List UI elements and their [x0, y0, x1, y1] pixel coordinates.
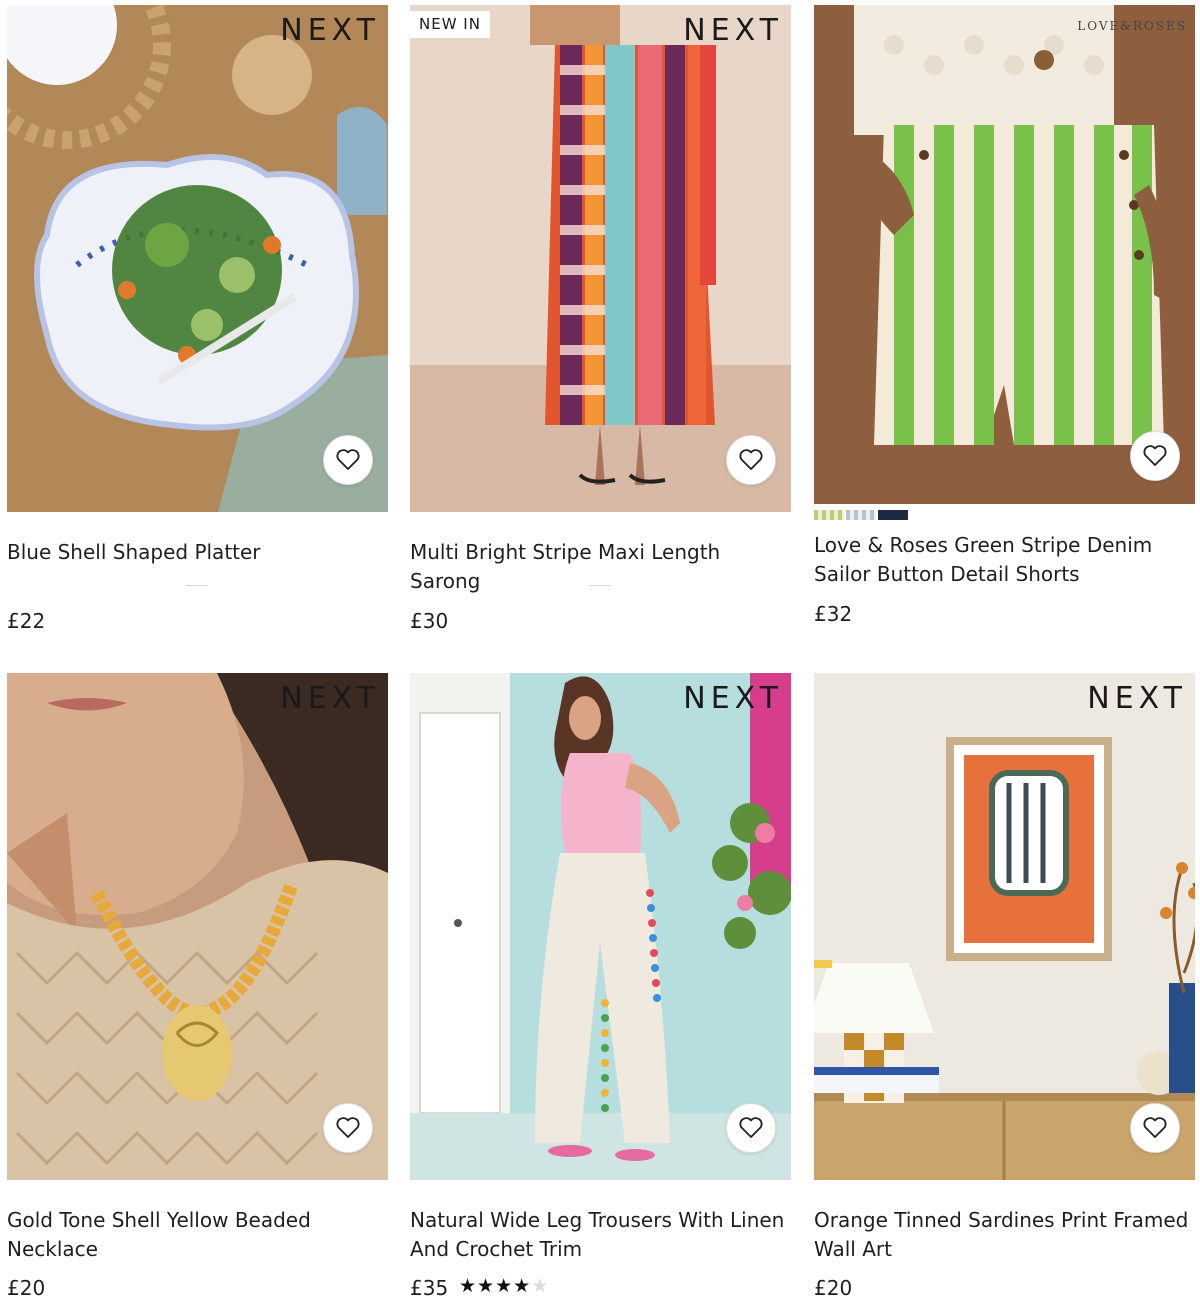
product-title[interactable]: Love & Roses Green Stripe Denim Sailor B… — [814, 531, 1195, 589]
product-price: £30 — [410, 609, 449, 633]
heart-outline-icon — [739, 449, 763, 470]
brand-logo: NEXT — [280, 13, 380, 48]
product-card-shell-necklace[interactable]: NEXT Gold Tone Shell Yellow Beaded Neckl… — [7, 673, 388, 1300]
product-title[interactable]: Orange Tinned Sardines Print Framed Wall… — [814, 1206, 1195, 1264]
favourite-button[interactable] — [323, 1103, 373, 1153]
star-icon: ★ — [477, 1275, 496, 1297]
star-icon: ★ — [495, 1275, 514, 1297]
star-icon: ★ — [459, 1275, 478, 1297]
divider — [186, 585, 208, 586]
product-grid: NEXT Blue Shell Shaped Platter £22 NEW I… — [0, 0, 1200, 1300]
heart-outline-icon — [739, 1117, 763, 1138]
product-price: £20 — [814, 1276, 853, 1300]
product-image[interactable]: NEXT — [7, 673, 388, 1180]
swatch-blue-stripe[interactable] — [846, 510, 876, 520]
star-rating: ★★★★★ — [459, 1275, 549, 1297]
product-card-crochet-trousers[interactable]: NEXT Natural Wide Leg Trousers With Line… — [410, 673, 791, 1300]
product-image[interactable]: LOVE&ROSES — [814, 5, 1195, 504]
brand-logo: NEXT — [1087, 681, 1187, 716]
product-title[interactable]: Gold Tone Shell Yellow Beaded Necklace — [7, 1206, 388, 1264]
heart-outline-icon — [336, 449, 360, 470]
colour-swatches — [814, 510, 908, 520]
divider — [589, 585, 611, 586]
favourite-button[interactable] — [726, 1103, 776, 1153]
star-icon: ★ — [513, 1275, 532, 1297]
swatch-navy[interactable] — [878, 510, 908, 520]
product-price: £20 — [7, 1276, 46, 1300]
product-image[interactable]: NEXT — [410, 673, 791, 1180]
brand-logo: NEXT — [280, 681, 380, 716]
heart-outline-icon — [1143, 445, 1167, 466]
new-in-badge: NEW IN — [410, 11, 490, 38]
star-icon: ★ — [531, 1275, 550, 1297]
product-image[interactable]: NEXT — [814, 673, 1195, 1180]
product-card-stripe-sarong[interactable]: NEW IN NEXT Multi Bright Stripe Maxi Len… — [410, 5, 791, 645]
product-price: £32 — [814, 602, 853, 626]
brand-logo: NEXT — [683, 13, 783, 48]
product-card-stripe-shorts[interactable]: LOVE&ROSES Love & Roses Green Stripe Den… — [814, 5, 1195, 645]
favourite-button[interactable] — [1130, 1103, 1180, 1153]
favourite-button[interactable] — [323, 435, 373, 485]
brand-logo: LOVE&ROSES — [1077, 19, 1187, 33]
brand-logo: NEXT — [683, 681, 783, 716]
swatch-green-stripe[interactable] — [814, 510, 844, 520]
product-price: £35 — [410, 1276, 449, 1300]
product-card-sardines-print[interactable]: NEXT Orange Tinned Sardines Print Framed… — [814, 673, 1195, 1300]
product-image[interactable]: NEXT — [7, 5, 388, 512]
product-title[interactable]: Multi Bright Stripe Maxi Length Sarong — [410, 538, 791, 596]
favourite-button[interactable] — [1130, 431, 1180, 481]
heart-outline-icon — [1143, 1117, 1167, 1138]
heart-outline-icon — [336, 1117, 360, 1138]
product-image[interactable]: NEW IN NEXT — [410, 5, 791, 512]
favourite-button[interactable] — [726, 435, 776, 485]
product-price: £22 — [7, 609, 46, 633]
product-title[interactable]: Natural Wide Leg Trousers With Linen And… — [410, 1206, 791, 1264]
product-card-shell-platter[interactable]: NEXT Blue Shell Shaped Platter £22 — [7, 5, 388, 645]
product-title[interactable]: Blue Shell Shaped Platter — [7, 538, 388, 567]
